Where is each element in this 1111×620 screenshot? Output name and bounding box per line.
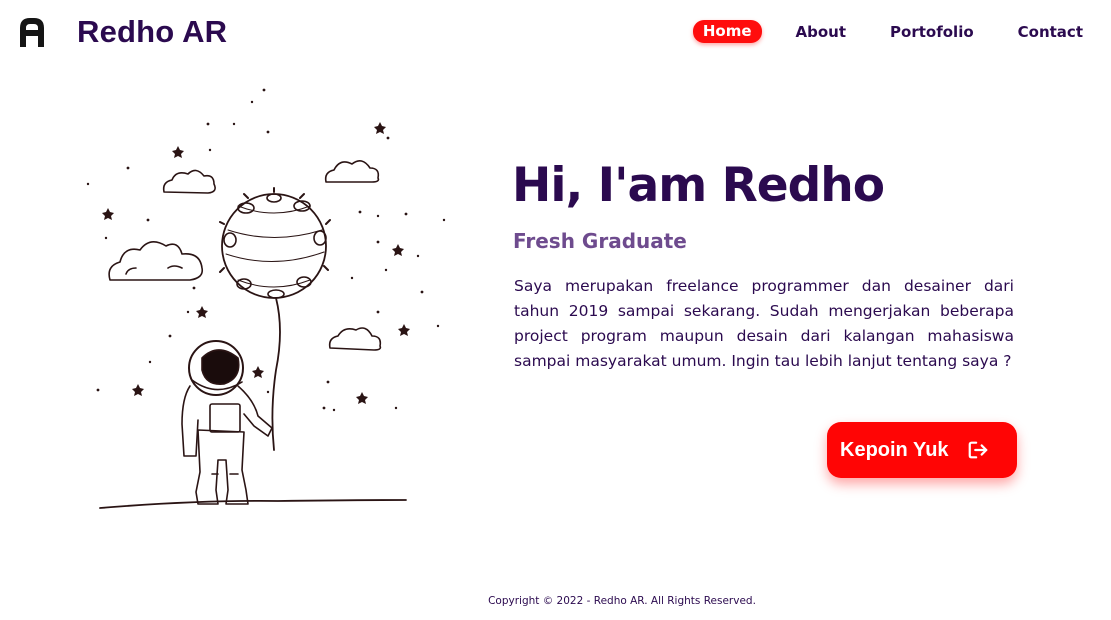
sign-out-arrow-icon: [968, 441, 987, 459]
astronaut-figure: [181, 340, 273, 505]
kepoin-yuk-button[interactable]: Kepoin Yuk: [827, 422, 1017, 478]
cta-label: Kepoin Yuk: [840, 438, 949, 461]
hero-subtitle: Fresh Graduate: [513, 229, 687, 253]
brand-name[interactable]: Redho AR: [77, 14, 227, 50]
footer-copyright: Copyright © 2022 - Redho AR. All Rights …: [488, 595, 756, 607]
letter-a-logo-icon[interactable]: [17, 16, 47, 48]
nav-about[interactable]: About: [796, 23, 847, 41]
balloon-string: [271, 297, 281, 451]
astronaut-balloon-illustration: [86, 88, 446, 509]
nav-contact[interactable]: Contact: [1018, 23, 1083, 41]
cloud-top-right: [324, 160, 380, 183]
hero-title: Hi, I'am Redho: [512, 158, 885, 213]
cloud-top-left: [162, 169, 216, 194]
cloud-left: [108, 241, 204, 281]
hero-description: Saya merupakan freelance programmer dan …: [514, 277, 1014, 370]
main-nav: Home About Portofolio Contact: [692, 20, 1083, 43]
nav-portfolio[interactable]: Portofolio: [890, 23, 974, 41]
cloud-mid-right: [328, 327, 382, 351]
nav-home[interactable]: Home: [692, 20, 762, 43]
